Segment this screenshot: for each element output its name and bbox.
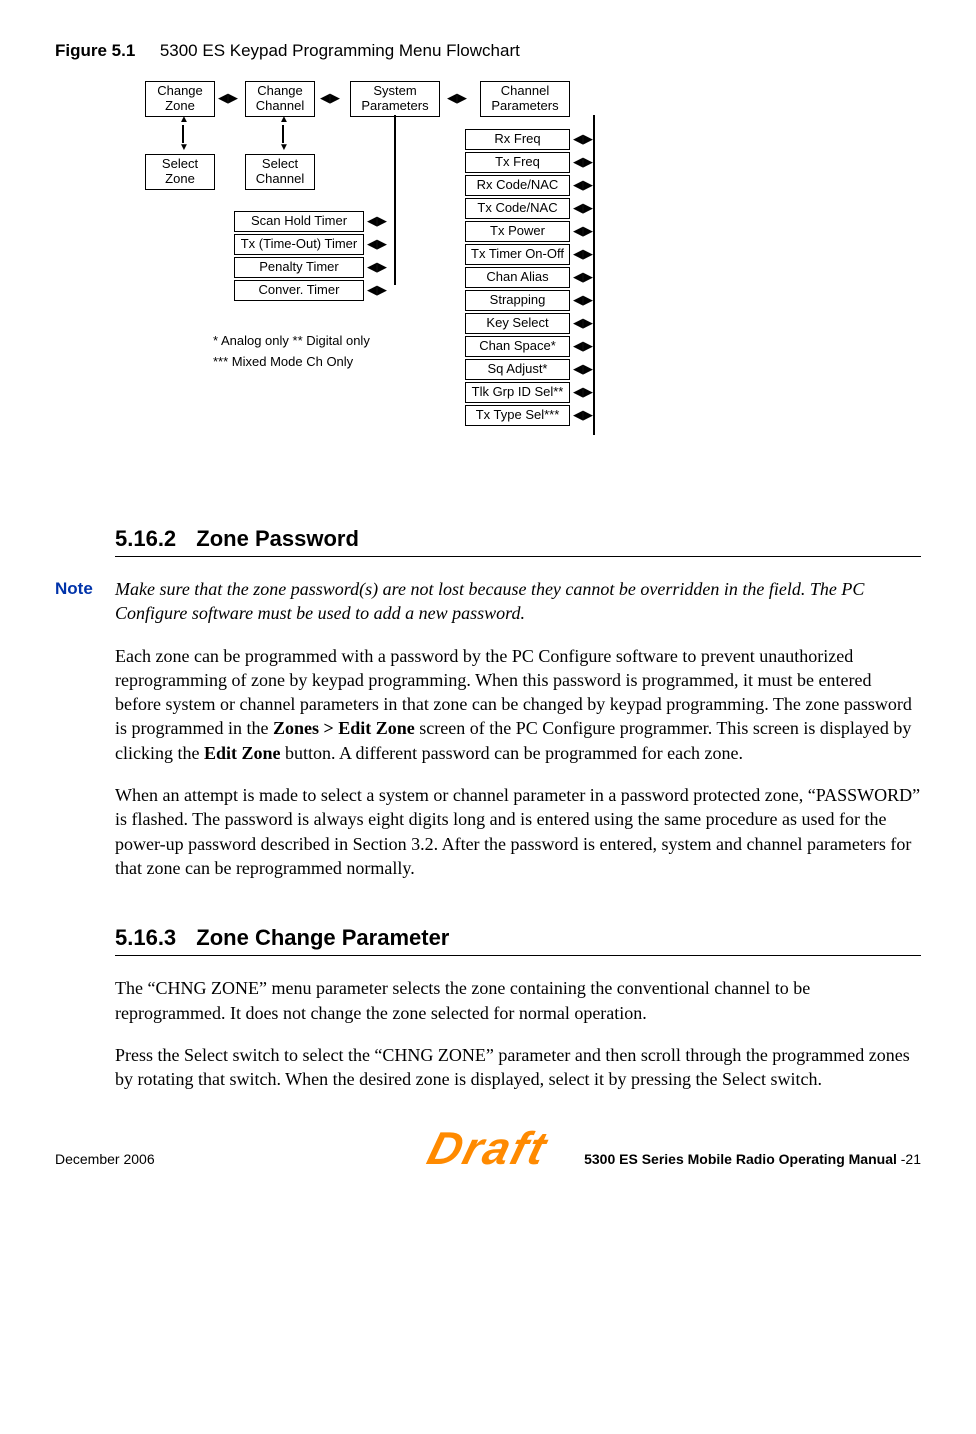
box-tx-power: Tx Power xyxy=(465,221,570,242)
box-system-params: SystemParameters xyxy=(350,81,440,117)
box-sq-adjust: Sq Adjust* xyxy=(465,359,570,380)
footer-right: 5300 ES Series Mobile Radio Operating Ma… xyxy=(584,1151,921,1167)
section-rule xyxy=(115,556,921,557)
section-number: 5.16.2 xyxy=(115,526,176,551)
box-conver-timer: Conver. Timer xyxy=(234,280,364,301)
note-text: Make sure that the zone password(s) are … xyxy=(115,577,921,626)
box-channel-params: ChannelParameters xyxy=(480,81,570,117)
paragraph-3: The “CHNG ZONE” menu parameter selects t… xyxy=(115,976,921,1025)
section-heading-zone-password: 5.16.2 Zone Password xyxy=(115,526,921,552)
legend-line-1: * Analog only ** Digital only xyxy=(213,333,370,348)
box-tx-code-nac: Tx Code/NAC xyxy=(465,198,570,219)
box-chan-space: Chan Space* xyxy=(465,336,570,357)
section-heading-zone-change-param: 5.16.3 Zone Change Parameter xyxy=(115,925,921,951)
box-strapping: Strapping xyxy=(465,290,570,311)
box-penalty-timer: Penalty Timer xyxy=(234,257,364,278)
section-number: 5.16.3 xyxy=(115,925,176,950)
box-tx-timeout-timer: Tx (Time-Out) Timer xyxy=(234,234,364,255)
box-change-zone: ChangeZone xyxy=(145,81,215,117)
paragraph-4: Press the Select switch to select the “C… xyxy=(115,1043,921,1092)
box-scan-hold-timer: Scan Hold Timer xyxy=(234,211,364,232)
figure-title: 5300 ES Keypad Programming Menu Flowchar… xyxy=(160,41,520,60)
paragraph-1: Each zone can be programmed with a passw… xyxy=(115,644,921,765)
box-tx-type-sel: Tx Type Sel*** xyxy=(465,405,570,426)
figure-caption: Figure 5.1 5300 ES Keypad Programming Me… xyxy=(55,40,921,61)
figure-number: Figure 5.1 xyxy=(55,41,135,60)
box-tx-freq: Tx Freq xyxy=(465,152,570,173)
note-label: Note xyxy=(55,577,115,599)
legend-line-2: *** Mixed Mode Ch Only xyxy=(213,354,353,369)
box-chan-alias: Chan Alias xyxy=(465,267,570,288)
sys-vline xyxy=(394,115,396,285)
draft-watermark: Draft xyxy=(422,1121,554,1175)
section-title: Zone Change Parameter xyxy=(196,925,449,950)
box-select-zone: SelectZone xyxy=(145,154,215,190)
box-change-channel: ChangeChannel xyxy=(245,81,315,117)
box-select-channel: SelectChannel xyxy=(245,154,315,190)
box-rx-code-nac: Rx Code/NAC xyxy=(465,175,570,196)
box-tlk-grp-id-sel: Tlk Grp ID Sel** xyxy=(465,382,570,403)
note-block: Note Make sure that the zone password(s)… xyxy=(55,577,921,626)
box-key-select: Key Select xyxy=(465,313,570,334)
section-title: Zone Password xyxy=(196,526,359,551)
chan-vline xyxy=(593,115,595,435)
page-footer: December 2006 Draft 5300 ES Series Mobil… xyxy=(55,1151,921,1167)
flowchart: ChangeZone ChangeChannel SystemParameter… xyxy=(145,81,921,481)
box-rx-freq: Rx Freq xyxy=(465,129,570,150)
paragraph-2: When an attempt is made to select a syst… xyxy=(115,783,921,880)
box-tx-timer-onoff: Tx Timer On-Off xyxy=(465,244,570,265)
footer-date: December 2006 xyxy=(55,1151,155,1167)
section-rule xyxy=(115,955,921,956)
